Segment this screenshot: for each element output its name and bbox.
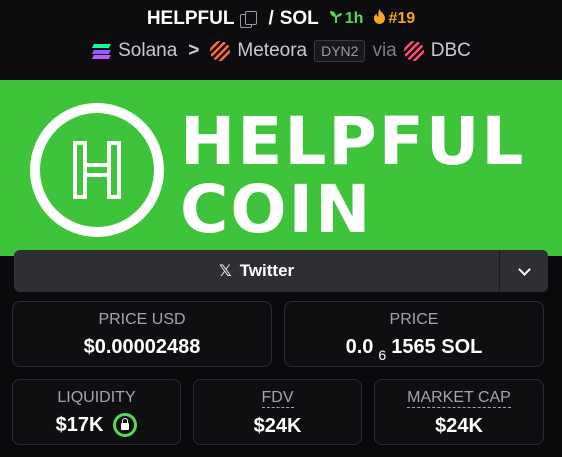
price-zero-count: 6 — [378, 346, 387, 363]
token-symbol: HELPFUL — [146, 8, 235, 29]
solana-icon — [91, 43, 111, 59]
quote-symbol: SOL — [279, 8, 319, 29]
price-suffix: 1565 SOL — [391, 336, 483, 358]
h-logo-icon — [73, 141, 121, 199]
chevron-down-icon — [517, 262, 531, 276]
lock-icon[interactable] — [113, 413, 138, 437]
dex-name[interactable]: Meteora — [237, 40, 307, 62]
dbc-icon — [403, 41, 424, 61]
price-native-label: PRICE — [389, 311, 439, 328]
liquidity-value-row: $17K — [13, 413, 180, 437]
sprout-icon — [329, 10, 343, 29]
banner-line1: HELPFUL — [180, 103, 526, 180]
fdv-label-wrap[interactable]: FDV — [194, 389, 361, 408]
price-usd-card: PRICE USD $0.00002488 — [12, 301, 272, 367]
market-cap-card: MARKET CAP $24K — [374, 379, 544, 445]
fdv-value-row: $24K — [194, 415, 361, 438]
liquidity-card: LIQUIDITY $17K — [12, 379, 181, 445]
pool-type-badge: DYN2 — [314, 40, 366, 62]
flame-icon — [373, 9, 386, 29]
copy-icon[interactable] — [240, 11, 258, 28]
banner-line2: COIN — [180, 171, 373, 248]
fdv-card: FDV $24K — [193, 379, 362, 445]
price-usd-value: $0.00002488 — [83, 336, 201, 358]
market-cap-value-row: $24K — [375, 415, 543, 438]
social-links-bar: 𝕏 Twitter — [14, 250, 548, 292]
fdv-value: $24K — [253, 415, 302, 437]
pair-age: 1h — [329, 10, 364, 29]
via-label: via — [372, 40, 397, 61]
token-banner: HELPFUL COIN — [0, 80, 562, 256]
chain-name[interactable]: Solana — [118, 40, 177, 62]
fdv-label: FDV — [261, 389, 294, 408]
pair-header: HELPFUL / SOL 1h #19 Solana > Meteora DY… — [0, 0, 562, 80]
twitter-label: Twitter — [239, 261, 295, 280]
trending-rank[interactable]: #19 — [373, 9, 415, 29]
chain-breadcrumb: Solana > Meteora DYN2 via DBC — [0, 38, 562, 64]
more-links-button[interactable] — [500, 250, 548, 292]
market-cap-label-wrap[interactable]: MARKET CAP — [375, 389, 543, 408]
banner-text: HELPFUL COIN — [180, 108, 525, 244]
meteora-icon — [210, 41, 231, 61]
price-native-value: 0.0 6 1565 SOL — [285, 336, 543, 363]
market-cap-label: MARKET CAP — [407, 389, 511, 408]
trending-rank-value: #19 — [388, 10, 416, 27]
price-prefix: 0.0 — [345, 336, 374, 358]
helpful-logo — [30, 103, 164, 237]
price-native-card: PRICE 0.0 6 1565 SOL — [284, 301, 544, 367]
pair-separator: / — [268, 8, 274, 29]
pair-title: HELPFUL / SOL 1h #19 — [0, 6, 562, 32]
launchpad-name[interactable]: DBC — [431, 40, 471, 62]
pair-age-value: 1h — [344, 10, 364, 27]
chevron-right-icon: > — [188, 40, 200, 61]
market-cap-value: $24K — [435, 415, 483, 437]
liquidity-label: LIQUIDITY — [57, 389, 136, 406]
x-logo-icon: 𝕏 — [218, 263, 232, 280]
liquidity-value: $17K — [55, 413, 104, 436]
price-usd-label: PRICE USD — [98, 311, 186, 328]
twitter-button[interactable]: 𝕏 Twitter — [14, 250, 500, 292]
